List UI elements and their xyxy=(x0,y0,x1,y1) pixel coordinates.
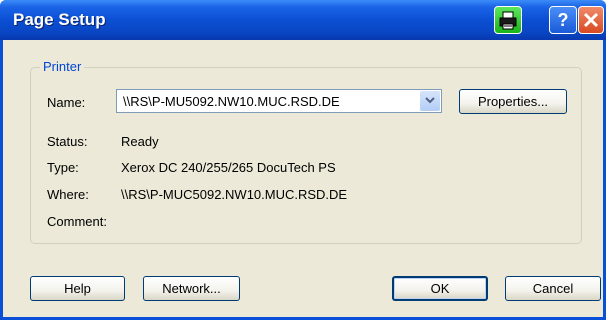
help-title-button[interactable]: ? xyxy=(549,6,577,34)
comment-label: Comment: xyxy=(47,214,107,229)
status-value: Ready xyxy=(121,134,159,149)
cancel-button[interactable]: Cancel xyxy=(505,276,601,301)
dropdown-button[interactable] xyxy=(420,91,440,111)
page-setup-dialog: Page Setup ? Printer Name: \\RS\P-MU5092… xyxy=(0,0,606,320)
type-label: Type: xyxy=(47,160,79,175)
status-label: Status: xyxy=(47,134,88,149)
where-value: \\RS\P-MUC5092.NW10.MUC.RSD.DE xyxy=(121,187,348,202)
chevron-down-icon xyxy=(425,97,435,104)
printer-icon xyxy=(499,11,517,30)
printer-group-label: Printer xyxy=(40,59,85,74)
help-button[interactable]: Help xyxy=(30,276,125,301)
help-icon: ? xyxy=(557,10,569,30)
title-bar[interactable]: Page Setup ? xyxy=(0,0,606,40)
ok-button[interactable]: OK xyxy=(392,276,488,301)
printer-name-select[interactable]: \\RS\P-MU5092.NW10.MUC.RSD.DE xyxy=(116,89,442,113)
printer-button[interactable] xyxy=(494,6,522,34)
window-title: Page Setup xyxy=(13,10,106,29)
close-icon xyxy=(583,12,599,28)
where-label: Where: xyxy=(47,187,89,202)
close-button[interactable] xyxy=(578,6,604,34)
type-value: Xerox DC 240/255/265 DocuTech PS xyxy=(121,160,336,175)
properties-button[interactable]: Properties... xyxy=(459,89,567,114)
name-label: Name: xyxy=(47,95,86,110)
network-button[interactable]: Network... xyxy=(143,276,240,301)
printer-name-value: \\RS\P-MU5092.NW10.MUC.RSD.DE xyxy=(123,94,340,109)
